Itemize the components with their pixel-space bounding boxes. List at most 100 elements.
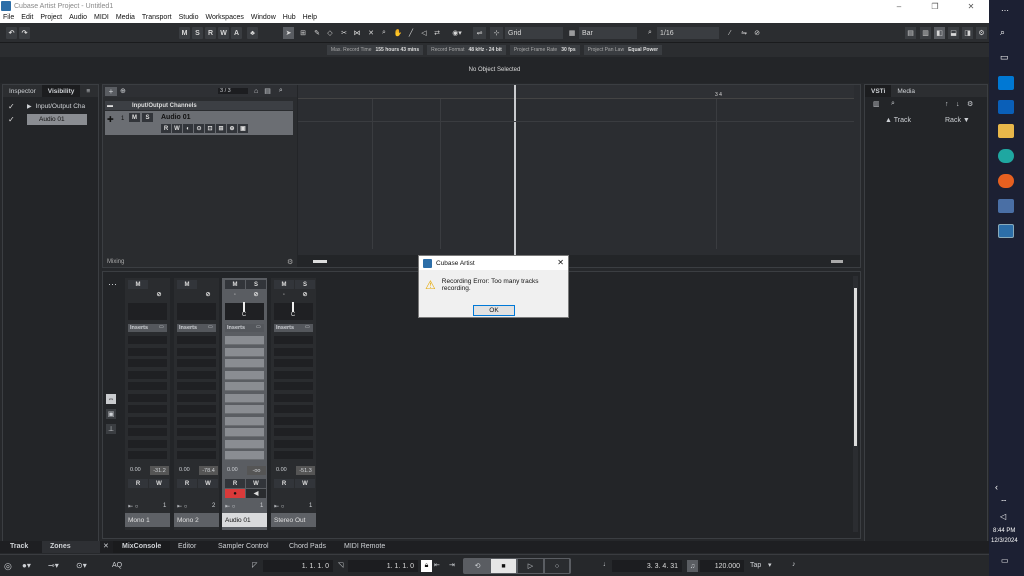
automation-button[interactable]: A (231, 27, 242, 39)
insert-slot[interactable] (128, 347, 167, 357)
vsti-list-icon[interactable]: ▥ (873, 100, 887, 108)
ok-button[interactable]: OK (473, 305, 515, 316)
insert-slot[interactable] (128, 428, 167, 437)
cubase-taskbar-icon[interactable] (998, 224, 1014, 238)
metronome-icon[interactable]: ♪ (792, 561, 796, 568)
menu-transport[interactable]: Transport (142, 14, 172, 21)
inserts-settings-icon[interactable]: ▭ (208, 324, 213, 330)
insert-slot[interactable] (177, 416, 216, 426)
channel-name[interactable]: Audio 01 (222, 513, 267, 527)
channel-mute-button[interactable]: M (128, 280, 148, 289)
channel-name[interactable]: Mono 1 (125, 513, 170, 527)
solo-all-button[interactable]: S (192, 27, 203, 39)
channel-read-button[interactable]: R (177, 479, 197, 488)
menu-midi[interactable]: MIDI (94, 14, 109, 21)
primary-time-display[interactable]: 3. 3. 4. 31 (612, 560, 682, 572)
tab-sampler-control[interactable]: Sampler Control (218, 543, 269, 550)
record-format[interactable]: Record Format 48 kHz - 24 bit (427, 45, 506, 55)
add-rack-button[interactable]: Rack ▼ (945, 117, 970, 124)
automation-mode-icon[interactable]: ♣ (247, 27, 258, 39)
insert-slot[interactable] (225, 359, 264, 368)
vertical-zoom-bar[interactable] (854, 85, 860, 255)
volume-value[interactable]: 0.00 (179, 467, 190, 473)
more-icon[interactable]: ⋯ (1001, 6, 1009, 15)
track-search-icon[interactable]: ⌕ (279, 87, 283, 95)
channel-read-button[interactable]: R (225, 479, 245, 488)
volume-value[interactable]: 0.00 (130, 467, 141, 473)
channel-write-button[interactable]: W (295, 479, 315, 488)
insert-slot[interactable] (274, 451, 313, 460)
channel-mute-button[interactable]: M (177, 280, 197, 289)
menu-help[interactable]: Help (303, 14, 317, 21)
tab-zones[interactable]: Zones (42, 541, 100, 553)
insert-slot[interactable] (128, 405, 167, 414)
mixer-menu-icon[interactable]: ⋯ (108, 279, 117, 290)
insert-slot[interactable] (128, 370, 167, 380)
insert-slot[interactable] (128, 451, 167, 460)
insert-slot[interactable] (177, 382, 216, 391)
grid-type-select[interactable]: Bar (579, 27, 637, 39)
project-frame-rate[interactable]: Project Frame Rate 30 fps (509, 45, 580, 55)
insert-slot[interactable] (274, 382, 313, 391)
channel-write-button[interactable]: W (246, 479, 266, 488)
insert-slot[interactable] (177, 439, 216, 449)
insert-slot[interactable] (274, 336, 313, 345)
mute-tool-icon[interactable]: ✕ (366, 27, 376, 39)
lock-icon[interactable]: ⊙ (194, 124, 204, 133)
menu-project[interactable]: Project (40, 14, 62, 21)
racks-icon[interactable]: ▣ (106, 409, 116, 419)
tab-chord-pads[interactable]: Chord Pads (289, 543, 326, 550)
track-solo-button[interactable]: S (142, 113, 153, 122)
file-explorer-icon[interactable] (998, 124, 1014, 138)
erase-tool-icon[interactable]: ◇ (325, 27, 335, 39)
add-track-icon[interactable]: + (105, 86, 117, 96)
move-down-icon[interactable]: ↓ (956, 101, 967, 108)
glue-tool-icon[interactable]: ⋈ (352, 27, 362, 39)
monitor-icon[interactable]: ⊘ (149, 290, 169, 299)
time-signature-icon[interactable]: ▾ (768, 561, 772, 569)
channel-io-icon[interactable]: ⇤ ○ (274, 503, 284, 510)
tab-mixconsole[interactable]: MixConsole (113, 541, 171, 553)
tab-editor[interactable]: Editor (178, 543, 196, 550)
clock-date[interactable]: 12/3/2024 (991, 538, 1018, 544)
insert-slot[interactable] (225, 439, 264, 449)
insert-slot[interactable] (225, 428, 264, 437)
zoom-tool-icon[interactable]: ⌕ (379, 27, 389, 39)
line-tool-icon[interactable]: ╱ (406, 27, 416, 39)
insert-slot[interactable] (274, 370, 313, 380)
iterative-quantize-icon[interactable]: ⁄ (725, 27, 735, 39)
tab-track[interactable]: Track (10, 543, 28, 550)
channel-mute-button[interactable]: M (225, 280, 245, 289)
channel-strip[interactable]: M S ⊘ ◦ C Inserts ▭ 0.00 -51.3 R W ⇤ ○ 1 Stereo Out (271, 278, 316, 530)
insert-slot[interactable] (177, 405, 216, 414)
track-write-button[interactable]: W (172, 124, 182, 133)
left-locator-icon[interactable]: ◸ (252, 561, 257, 569)
fader-view-icon[interactable]: ⊥ (106, 424, 116, 434)
inserts-settings-icon[interactable]: ▭ (305, 324, 310, 330)
record-mode-icon[interactable]: ●▾ (22, 561, 31, 570)
track-read-button[interactable]: R (161, 124, 171, 133)
menu-edit[interactable]: Edit (21, 14, 33, 21)
monitor-speaker-icon[interactable]: ◀ (246, 489, 266, 498)
play-icon[interactable]: ▷ (518, 559, 543, 573)
volume-icon[interactable]: ◁ (1000, 512, 1006, 521)
cycle-mode-icon[interactable]: ⊸▾ (48, 561, 59, 570)
insert-slot[interactable] (274, 359, 313, 368)
event-display[interactable]: 3 4 (298, 85, 854, 255)
track-mute-button[interactable]: M (129, 113, 140, 122)
snap-icon[interactable]: ⊹ (490, 27, 503, 39)
channel-io-icon[interactable]: ⇤ ○ (177, 503, 187, 510)
undo-icon[interactable]: ↶ (6, 27, 17, 39)
insert-slot[interactable] (225, 370, 264, 380)
wifi-icon[interactable]: ⌔ (1000, 498, 1008, 508)
peak-meter-value[interactable]: -31.2 (150, 466, 169, 475)
hand-tool-icon[interactable]: ✋ (393, 27, 403, 39)
checkmark-icon[interactable]: ✓ (8, 102, 17, 111)
tempo-display[interactable]: 120.000 (700, 560, 744, 572)
close-button[interactable]: ✕ (953, 0, 989, 12)
mixer-scrollbar[interactable] (853, 276, 858, 532)
range-tool-icon[interactable]: ⊞ (298, 27, 308, 39)
add-track-button[interactable]: ▲ Track (885, 117, 911, 124)
channel-write-button[interactable]: W (149, 479, 169, 488)
pre-roll-icon[interactable]: ⇤ (434, 561, 440, 569)
